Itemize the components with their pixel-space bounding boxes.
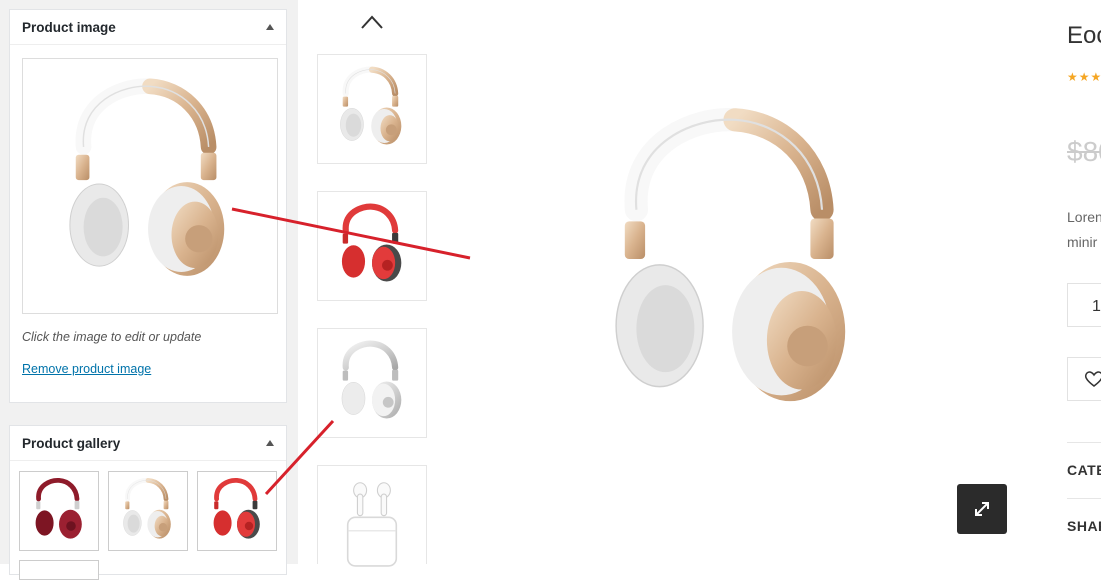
remove-product-image-link[interactable]: Remove product image	[22, 362, 151, 376]
old-price: $80	[1067, 136, 1101, 167]
wishlist-button[interactable]	[1067, 357, 1101, 401]
description-line: minir	[1067, 234, 1098, 250]
product-image-hint: Click the image to edit or update	[22, 330, 202, 344]
collapse-arrow-icon[interactable]	[266, 440, 274, 446]
headphones-silver-image	[318, 329, 426, 437]
product-gallery-box-header[interactable]: Product gallery	[10, 426, 286, 461]
gallery-item-partial[interactable]	[19, 560, 99, 580]
headphones-gold-image	[318, 55, 426, 163]
share-label: SHAR	[1067, 518, 1101, 534]
quantity-input[interactable]: 1	[1067, 283, 1101, 327]
chevron-up-icon[interactable]	[360, 14, 384, 30]
description-line: Loren	[1067, 209, 1101, 225]
headphones-gold-image	[23, 59, 277, 313]
product-image-preview[interactable]	[22, 58, 278, 314]
gallery-item-headphones-gold[interactable]	[108, 471, 188, 551]
thumbnail-headphones-red[interactable]	[317, 191, 427, 301]
expand-icon	[975, 502, 989, 516]
gallery-item-headphones-red[interactable]	[197, 471, 277, 551]
headphones-maroon-image	[20, 472, 98, 550]
headphones-gold-image	[109, 472, 187, 550]
thumbnail-headphones-gold[interactable]	[317, 54, 427, 164]
product-image-box-header[interactable]: Product image	[10, 10, 286, 45]
product-gallery-box-title: Product gallery	[22, 435, 121, 451]
admin-sidebar: Product image Click the image to edit or…	[0, 0, 298, 580]
product-image-box: Product image Click the image to edit or…	[9, 9, 287, 403]
collapse-arrow-icon[interactable]	[266, 24, 274, 30]
rating-stars: ★★★	[1067, 70, 1101, 84]
airpods-image	[346, 481, 398, 567]
zoom-button[interactable]	[957, 484, 1007, 534]
thumbnail-airpods[interactable]	[317, 465, 427, 567]
thumbnail-headphones-silver[interactable]	[317, 328, 427, 438]
divider	[1067, 442, 1101, 443]
product-image-box-title: Product image	[22, 19, 116, 35]
main-product-image[interactable]	[590, 90, 880, 460]
product-description: Loren minir	[1067, 205, 1101, 255]
product-gallery-box: Product gallery	[9, 425, 287, 580]
divider	[1067, 498, 1101, 499]
heart-icon	[1084, 371, 1101, 387]
categories-label: CATE	[1067, 462, 1101, 478]
product-title: Eoc	[1067, 22, 1101, 49]
headphones-red-image	[198, 472, 276, 550]
headphones-red-image	[318, 192, 426, 300]
gallery-item-headphones-maroon[interactable]	[19, 471, 99, 551]
